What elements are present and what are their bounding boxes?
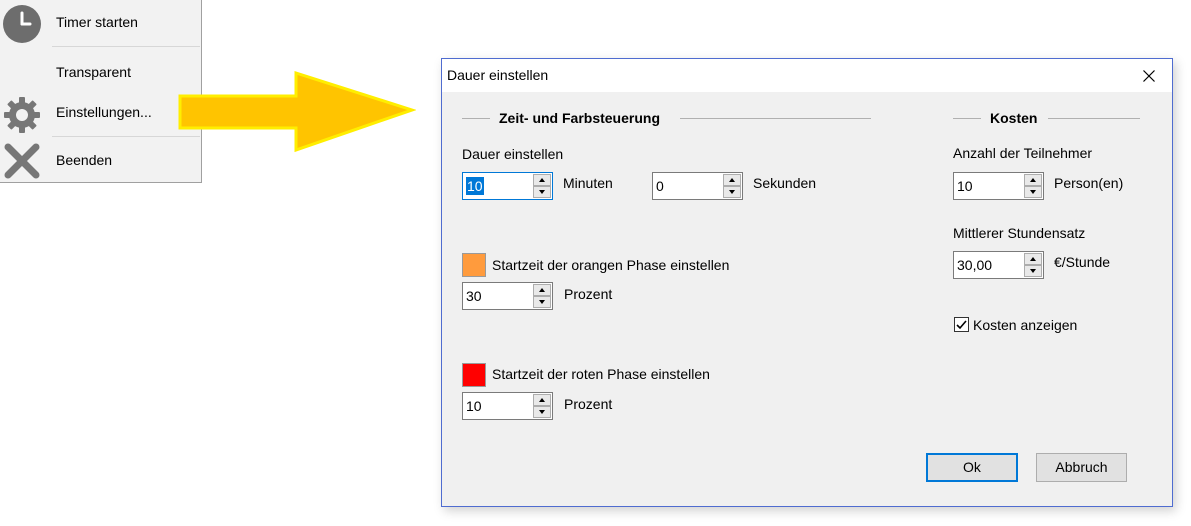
minutes-value: 10 xyxy=(466,177,484,195)
group-divider xyxy=(1048,118,1140,119)
show-costs-label: Kosten anzeigen xyxy=(973,317,1078,333)
clock-icon xyxy=(2,4,46,44)
red-phase-label: Startzeit der roten Phase einstellen xyxy=(492,366,710,382)
menu-item-label: Timer starten xyxy=(56,14,138,30)
participants-down-button[interactable] xyxy=(1024,186,1042,198)
menu-item-label: Beenden xyxy=(56,152,113,168)
red-percent-spinner[interactable]: 10 xyxy=(462,392,553,420)
rate-unit: €/Stunde xyxy=(1054,254,1111,270)
orange-up-button[interactable] xyxy=(533,284,551,296)
seconds-value: 0 xyxy=(656,178,664,194)
orange-percent-spinner[interactable]: 30 xyxy=(462,282,553,310)
menu-item-transparent[interactable]: Transparent xyxy=(0,52,200,92)
rate-spinner[interactable]: 30,00 xyxy=(953,251,1044,279)
red-percent-unit: Prozent xyxy=(564,396,613,412)
menu-item-label: Transparent xyxy=(56,64,131,80)
rate-down-button[interactable] xyxy=(1024,265,1042,277)
checkmark-icon xyxy=(956,320,967,330)
arrow-icon xyxy=(178,70,416,153)
group-divider xyxy=(680,118,871,119)
menu-separator xyxy=(52,46,200,47)
cost-group-title: Kosten xyxy=(990,110,1038,126)
orange-percent-value: 30 xyxy=(466,288,482,304)
time-group-title: Zeit- und Farbsteuerung xyxy=(499,110,660,126)
participants-up-button[interactable] xyxy=(1024,174,1042,186)
close-x-icon xyxy=(2,142,46,182)
participants-unit: Person(en) xyxy=(1054,175,1124,191)
menu-item-timer-starten[interactable]: Timer starten xyxy=(0,2,200,44)
participants-spinner[interactable]: 10 xyxy=(953,172,1044,200)
orange-color-swatch[interactable] xyxy=(462,253,486,277)
close-icon xyxy=(1143,69,1155,82)
minutes-down-button[interactable] xyxy=(533,186,551,198)
orange-phase-label: Startzeit der orangen Phase einstellen xyxy=(492,257,730,273)
ok-button[interactable]: Ok xyxy=(926,453,1018,482)
seconds-down-button[interactable] xyxy=(723,186,741,198)
red-color-swatch[interactable] xyxy=(462,363,486,387)
dialog-title: Dauer einstellen xyxy=(447,67,549,83)
menu-item-einstellungen[interactable]: Einstellungen... xyxy=(0,92,200,134)
show-costs-checkbox[interactable] xyxy=(954,317,969,332)
seconds-spinner[interactable]: 0 xyxy=(652,172,743,200)
orange-percent-unit: Prozent xyxy=(564,286,613,302)
gear-icon xyxy=(2,94,46,134)
red-percent-value: 10 xyxy=(466,398,482,414)
rate-label: Mittlerer Stundensatz xyxy=(953,225,1086,241)
close-button[interactable] xyxy=(1126,59,1172,92)
seconds-label: Sekunden xyxy=(753,175,817,191)
minutes-label: Minuten xyxy=(563,175,613,191)
cancel-button[interactable]: Abbruch xyxy=(1036,453,1127,482)
red-up-button[interactable] xyxy=(533,394,551,406)
dialog-titlebar: Dauer einstellen xyxy=(442,59,1172,92)
rate-value: 30,00 xyxy=(957,257,993,273)
seconds-up-button[interactable] xyxy=(723,174,741,186)
group-divider xyxy=(953,118,981,119)
duration-label: Dauer einstellen xyxy=(462,146,564,162)
minutes-spinner[interactable]: 10 xyxy=(462,172,553,200)
participants-label: Anzahl der Teilnehmer xyxy=(953,145,1093,161)
settings-dialog: Dauer einstellen Zeit- und Farbsteuerung… xyxy=(441,58,1173,507)
minutes-up-button[interactable] xyxy=(533,174,551,186)
group-divider xyxy=(462,118,490,119)
rate-up-button[interactable] xyxy=(1024,253,1042,265)
menu-item-label: Einstellungen... xyxy=(56,104,152,120)
orange-down-button[interactable] xyxy=(533,296,551,308)
menu-item-beenden[interactable]: Beenden xyxy=(0,140,200,180)
tray-context-menu: Timer starten Transparent Einstellungen.… xyxy=(0,0,202,183)
red-down-button[interactable] xyxy=(533,406,551,418)
participants-value: 10 xyxy=(957,178,973,194)
